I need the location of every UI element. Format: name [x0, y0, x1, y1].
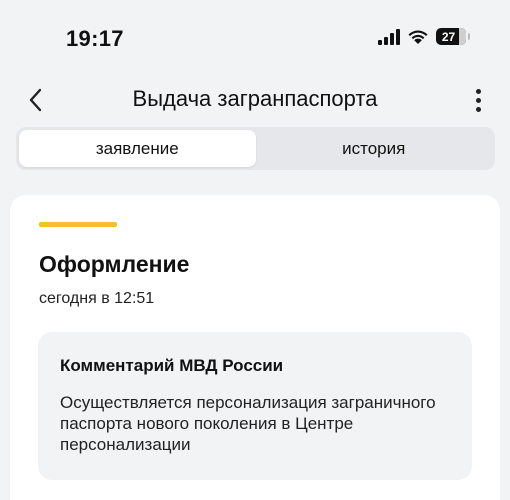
tab-application[interactable]: заявление [19, 130, 256, 167]
tabs-segmented-control: заявление история [16, 127, 495, 170]
comment-text: Осуществляется персонализация загранично… [60, 393, 436, 454]
status-card: Оформление сегодня в 12:51 Комментарий М… [10, 195, 500, 500]
status-accent-bar [39, 222, 117, 227]
signal-icon [378, 28, 400, 45]
nav-bar: Выдача загранпаспорта [0, 78, 510, 122]
status-icons: 27 [378, 28, 470, 45]
page-title: Выдача загранпаспорта [132, 86, 378, 111]
status-time: 19:17 [66, 26, 124, 51]
status-bar: 19:17 27 [0, 0, 510, 78]
battery-icon: 27 [436, 28, 470, 45]
tab-history[interactable]: история [256, 130, 493, 167]
more-vertical-icon[interactable] [472, 86, 484, 114]
comment-block: Комментарий МВД России Осуществляется пе… [38, 332, 472, 480]
battery-level: 27 [441, 29, 456, 44]
status-title: Оформление [39, 251, 190, 277]
comment-title: Комментарий МВД России [60, 356, 284, 375]
wifi-icon [408, 30, 428, 44]
status-date: сегодня в 12:51 [39, 290, 155, 307]
